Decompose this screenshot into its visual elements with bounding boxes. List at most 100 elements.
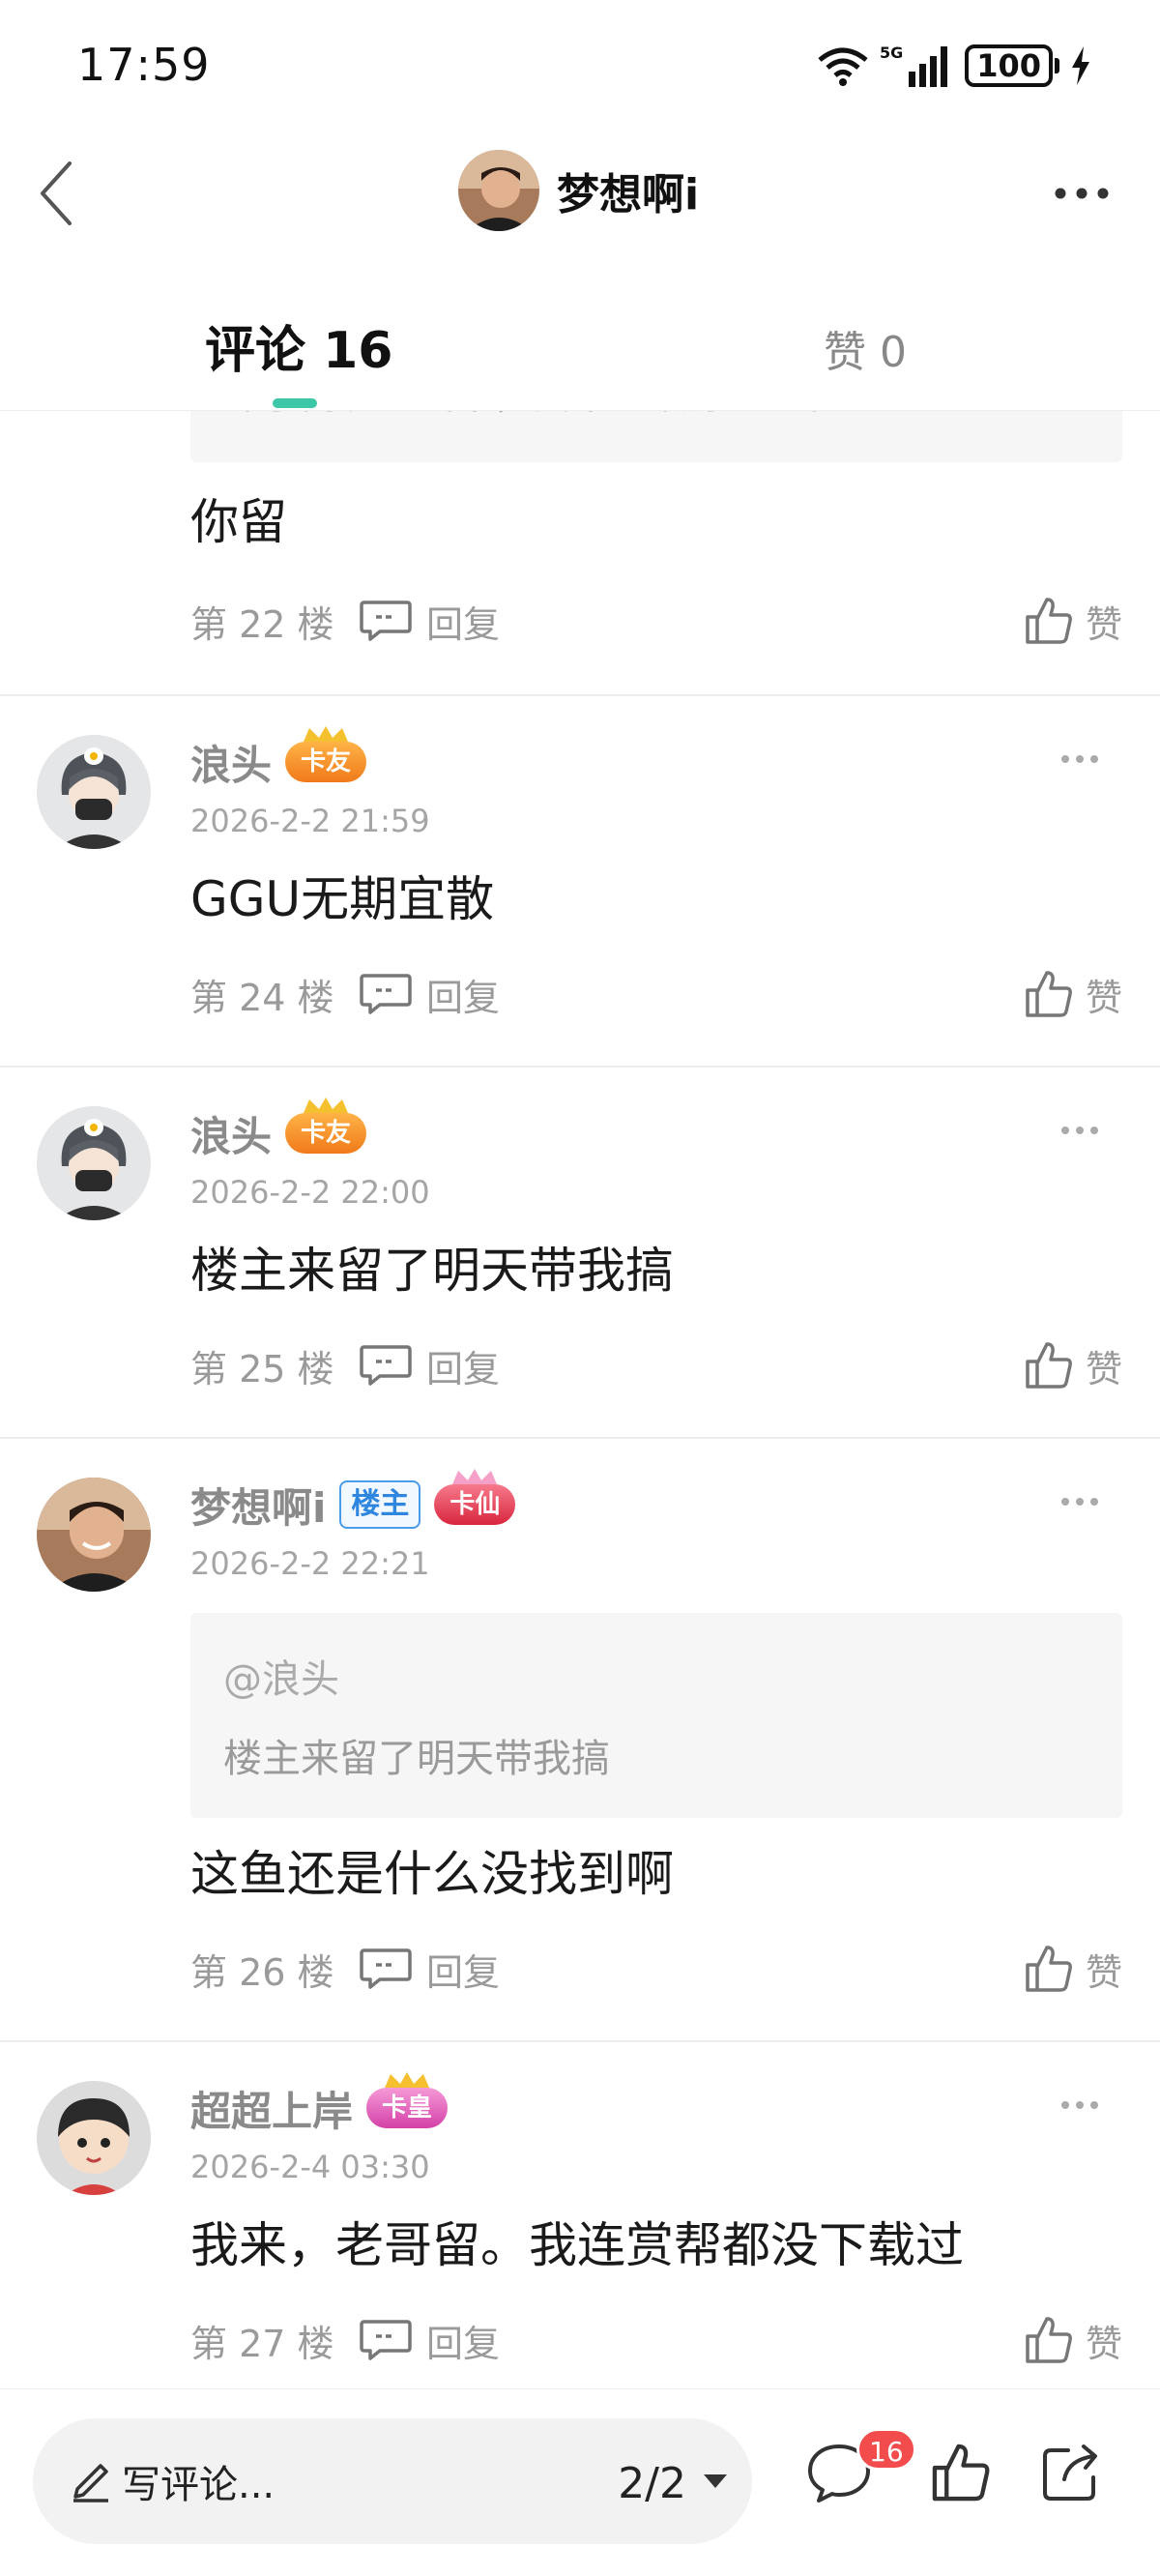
avatar[interactable] bbox=[37, 735, 151, 849]
reply-bubble-icon bbox=[360, 600, 412, 641]
wifi-icon bbox=[818, 47, 868, 86]
page-indicator[interactable]: 2/2 bbox=[618, 2459, 686, 2508]
comment-header: 浪头 卡友 bbox=[190, 726, 367, 792]
tab-likes[interactable]: 赞 0 bbox=[824, 317, 907, 379]
comment-actions: 第 25 楼 回复 赞 bbox=[190, 1336, 1122, 1394]
avatar[interactable] bbox=[37, 2081, 151, 2195]
like-button[interactable]: 赞 bbox=[1024, 1339, 1122, 1392]
status-time: 17:59 bbox=[77, 39, 211, 91]
comment-more-button[interactable] bbox=[1046, 1106, 1114, 1155]
reply-quote-text: 楼主来留了明天带我搞 bbox=[223, 1737, 610, 1781]
level-badge: 卡皇 bbox=[366, 2072, 449, 2135]
comment-text: GGU无期宜散 bbox=[190, 871, 495, 927]
like-button[interactable]: 赞 bbox=[1024, 1943, 1122, 1996]
reply-bubble-icon bbox=[360, 1948, 412, 1989]
reply-button[interactable]: 回复 bbox=[359, 2314, 500, 2367]
floor-number: 第 27 楼 bbox=[190, 2322, 334, 2365]
reply-button[interactable]: 回复 bbox=[359, 1943, 500, 1996]
comment-username[interactable]: 浪头 bbox=[190, 1104, 272, 1163]
comment-timestamp: 2026-2-2 22:21 bbox=[190, 1545, 430, 1582]
comment-more-button[interactable] bbox=[1046, 1478, 1114, 1526]
battery-indicator: 100 bbox=[965, 44, 1059, 87]
comment-item: 浪头 卡友 2026-2-2 21:59 GGU无期宜散 第 24 楼 回复 赞 bbox=[0, 696, 1160, 1068]
comment-item: 梦想啊i 楼主 卡仙 2026-2-2 22:21 @浪头 楼主来留了明天带我搞… bbox=[0, 1439, 1160, 2042]
like-button[interactable]: 赞 bbox=[1024, 968, 1122, 1021]
reply-label[interactable]: 回复 bbox=[426, 2314, 500, 2367]
floor-number: 第 26 楼 bbox=[190, 1950, 334, 1994]
reply-label[interactable]: 回复 bbox=[426, 595, 500, 648]
header-user[interactable]: 梦想啊i bbox=[458, 150, 699, 231]
back-button[interactable] bbox=[27, 157, 85, 230]
like-label[interactable]: 赞 bbox=[1086, 2314, 1122, 2367]
like-label[interactable]: 赞 bbox=[1086, 968, 1122, 1021]
tab-comments[interactable]: 评论 16 bbox=[205, 309, 392, 382]
input-placeholder[interactable]: 写评论... bbox=[122, 2453, 275, 2509]
reply-bubble-icon bbox=[360, 2320, 412, 2360]
comment-timestamp: 2026-2-2 21:59 bbox=[190, 803, 430, 839]
like-label[interactable]: 赞 bbox=[1086, 595, 1122, 648]
reply-button[interactable]: 回复 bbox=[359, 1339, 500, 1392]
like-label[interactable]: 赞 bbox=[1086, 1943, 1122, 1996]
comment-list[interactable]: 冲了两次才出来，找不到最好的鱼和鲨鱼 你留 第 22 楼 回复 赞 bbox=[0, 411, 1160, 2388]
crown-icon bbox=[452, 1469, 498, 1484]
comment-actions: 第 26 楼 回复 赞 bbox=[190, 1940, 1122, 1998]
badge-label: 卡皇 bbox=[382, 2093, 433, 2122]
more-dots-icon bbox=[1061, 2101, 1098, 2109]
badge-label: 卡友 bbox=[301, 1119, 352, 1148]
post-header: 梦想啊i bbox=[0, 145, 1160, 242]
pencil-icon bbox=[73, 2464, 108, 2503]
comment-actions: 第 27 楼 回复 赞 bbox=[190, 2311, 1122, 2369]
avatar[interactable] bbox=[37, 1106, 151, 1220]
floor-number: 第 24 楼 bbox=[190, 976, 334, 1019]
reply-button[interactable]: 回复 bbox=[359, 968, 500, 1021]
comment-header: 梦想啊i 楼主 卡仙 bbox=[190, 1469, 516, 1535]
status-icons: 5G 100 bbox=[816, 43, 1092, 89]
comment-username[interactable]: 梦想啊i bbox=[190, 1476, 326, 1535]
thumbs-up-icon bbox=[932, 2444, 990, 2502]
comment-header: 浪头 卡友 bbox=[190, 1098, 367, 1163]
comment-actions: 第 24 楼 回复 赞 bbox=[190, 965, 1122, 1023]
reply-label[interactable]: 回复 bbox=[426, 968, 500, 1021]
op-tag: 楼主 bbox=[339, 1480, 421, 1529]
comment-username[interactable]: 超超上岸 bbox=[190, 2079, 353, 2138]
thumbs-up-icon bbox=[1026, 971, 1072, 1017]
comment-more-button[interactable] bbox=[1046, 735, 1114, 783]
thumbs-up-icon bbox=[1026, 2317, 1072, 2363]
badge-label: 卡仙 bbox=[450, 1490, 501, 1519]
more-dots-icon bbox=[1061, 1498, 1098, 1506]
reply-label[interactable]: 回复 bbox=[426, 1339, 500, 1392]
reply-button[interactable]: 回复 bbox=[359, 595, 500, 648]
share-button[interactable] bbox=[1032, 2434, 1110, 2511]
like-label[interactable]: 赞 bbox=[1086, 1339, 1122, 1392]
caret-down-icon[interactable] bbox=[702, 2473, 729, 2490]
floor-number: 第 22 楼 bbox=[190, 602, 334, 646]
comment-count-badge: 16 bbox=[856, 2428, 916, 2471]
reply-quote[interactable]: @浪头 楼主来留了明天带我搞 bbox=[190, 1613, 1122, 1818]
comment-header: 超超上岸 卡皇 bbox=[190, 2072, 449, 2138]
comment-more-button[interactable] bbox=[1046, 2081, 1114, 2129]
comment-actions: 第 22 楼 回复 赞 bbox=[190, 592, 1122, 650]
thumbs-up-icon bbox=[1026, 598, 1072, 644]
header-username[interactable]: 梦想啊i bbox=[557, 160, 699, 221]
like-post-button[interactable] bbox=[922, 2434, 1000, 2511]
comment-item: 浪头 卡友 2026-2-2 22:00 楼主来留了明天带我搞 第 25 楼 回… bbox=[0, 1068, 1160, 1439]
comment-text: 楼主来留了明天带我搞 bbox=[190, 1243, 674, 1299]
badge-label: 卡友 bbox=[301, 747, 352, 776]
comment-text: 你留 bbox=[190, 494, 287, 550]
comment-item: 超超上岸 卡皇 2026-2-4 03:30 我来，老哥留。我连赏帮都没下载过 … bbox=[0, 2042, 1160, 2388]
avatar[interactable] bbox=[37, 1478, 151, 1592]
comment-text: 我来，老哥留。我连赏帮都没下载过 bbox=[190, 2217, 964, 2273]
crown-icon bbox=[304, 726, 349, 742]
reply-quote-user[interactable]: @浪头 bbox=[223, 1648, 339, 1704]
crown-icon bbox=[304, 1098, 349, 1113]
like-button[interactable]: 赞 bbox=[1024, 595, 1122, 648]
reply-label[interactable]: 回复 bbox=[426, 1943, 500, 1996]
write-comment-input[interactable]: 写评论... 2/2 bbox=[33, 2418, 752, 2544]
charging-bolt-icon bbox=[1072, 46, 1089, 85]
battery-level: 100 bbox=[965, 44, 1053, 87]
like-button[interactable]: 赞 bbox=[1024, 2314, 1122, 2367]
more-options-button[interactable] bbox=[1048, 168, 1116, 219]
avatar[interactable] bbox=[458, 150, 539, 231]
back-arrow-icon bbox=[41, 161, 72, 225]
comment-username[interactable]: 浪头 bbox=[190, 733, 272, 792]
